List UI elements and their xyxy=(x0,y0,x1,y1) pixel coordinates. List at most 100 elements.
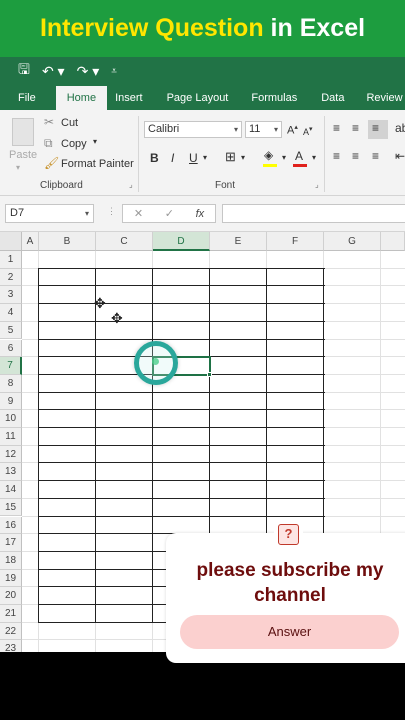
name-box-value: D7 xyxy=(10,207,25,219)
scissors-icon: ✂ xyxy=(44,115,55,129)
name-box[interactable]: D7 ▾ xyxy=(5,204,94,223)
underline-button[interactable]: U xyxy=(189,151,198,165)
enter-icon[interactable]: ✓ xyxy=(165,207,174,220)
table-border xyxy=(39,320,325,322)
font-name-select[interactable]: Calibri ▾ xyxy=(144,121,242,138)
insert-function-icon[interactable]: fx xyxy=(196,208,205,220)
copy-dropdown-icon[interactable]: ▾ xyxy=(93,137,97,146)
column-header[interactable]: D xyxy=(153,232,210,251)
tab-formulas[interactable]: Formulas xyxy=(251,92,297,110)
column-header[interactable]: G xyxy=(324,232,381,251)
borders-dropdown-icon[interactable]: ▾ xyxy=(241,153,245,162)
column-header[interactable]: C xyxy=(96,232,153,251)
increase-font-icon[interactable]: A▴ xyxy=(287,123,298,137)
font-group-label: Font xyxy=(215,180,236,191)
row-header[interactable]: 6 xyxy=(0,339,22,358)
align-middle-icon[interactable]: ≡ xyxy=(352,121,359,135)
align-top-icon[interactable]: ≡ xyxy=(333,121,340,135)
cell-cursor-icon: ✥ xyxy=(94,295,106,311)
row-header[interactable]: 2 xyxy=(0,268,22,287)
font-size-value: 11 xyxy=(249,123,261,135)
row-header[interactable]: 4 xyxy=(0,304,22,322)
row-header[interactable]: 5 xyxy=(0,321,22,340)
tab-data[interactable]: Data xyxy=(321,92,344,110)
align-left-icon[interactable]: ≡ xyxy=(333,149,340,163)
cancel-icon[interactable]: ✕ xyxy=(134,207,143,220)
row-header[interactable]: 17 xyxy=(0,534,22,552)
tab-page-layout[interactable]: Page Layout xyxy=(167,92,229,110)
row-header[interactable]: 13 xyxy=(0,463,22,482)
row-header[interactable]: 20 xyxy=(0,587,22,605)
row-header[interactable]: 22 xyxy=(0,622,22,641)
clipboard-launcher-icon[interactable]: ⌟ xyxy=(129,180,133,189)
decrease-indent-icon[interactable]: ⇤ xyxy=(395,149,405,163)
question-icon: ? xyxy=(278,524,299,545)
ribbon-tabs: File Home Insert Page Layout Formulas Da… xyxy=(0,85,405,110)
paste-icon[interactable] xyxy=(12,118,34,146)
row-header[interactable]: 10 xyxy=(0,410,22,428)
row-header[interactable]: 9 xyxy=(0,392,22,411)
table-border xyxy=(39,391,325,393)
row-header[interactable]: 7 xyxy=(0,357,22,375)
row-header[interactable]: 8 xyxy=(0,374,22,393)
table-border xyxy=(39,462,325,464)
row-header[interactable]: 15 xyxy=(0,498,22,517)
column-header[interactable]: E xyxy=(210,232,267,251)
row-header[interactable]: 21 xyxy=(0,605,22,623)
row-header[interactable]: 3 xyxy=(0,286,22,305)
font-color-swatch xyxy=(293,164,307,167)
row-header[interactable]: 11 xyxy=(0,428,22,446)
font-name-value: Calibri xyxy=(148,123,180,135)
table-border xyxy=(39,409,325,411)
tab-insert[interactable]: Insert xyxy=(115,92,143,110)
formula-bar-dots-icon: ⋮ xyxy=(107,206,116,216)
row-header[interactable]: 23 xyxy=(0,640,22,652)
column-header[interactable]: A xyxy=(22,232,39,251)
underline-dropdown-icon[interactable]: ▾ xyxy=(203,153,207,162)
copy-button[interactable]: Copy xyxy=(61,138,87,150)
table-border xyxy=(39,515,325,517)
row-header[interactable]: 14 xyxy=(0,481,22,499)
italic-button[interactable]: I xyxy=(171,151,174,165)
font-launcher-icon[interactable]: ⌟ xyxy=(315,180,319,189)
popup-title: please subscribe my channel xyxy=(196,560,384,606)
align-right-icon[interactable]: ≡ xyxy=(372,149,379,163)
fill-color-icon[interactable]: ◈ xyxy=(264,148,273,162)
fill-color-dropdown-icon[interactable]: ▾ xyxy=(282,153,286,162)
paste-dropdown-icon[interactable]: ▾ xyxy=(16,163,20,172)
select-all-corner[interactable] xyxy=(0,232,22,251)
paste-button[interactable]: Paste xyxy=(9,149,37,161)
tab-home[interactable]: Home xyxy=(55,86,108,110)
row-header[interactable]: 18 xyxy=(0,551,22,570)
undo-icon[interactable]: ↶ ▾ xyxy=(42,63,65,80)
font-color-dropdown-icon[interactable]: ▾ xyxy=(312,153,316,162)
orientation-icon[interactable]: ab xyxy=(395,121,405,135)
column-header[interactable]: F xyxy=(267,232,324,251)
table-border xyxy=(152,267,153,623)
table-border xyxy=(39,427,325,428)
font-size-select[interactable]: 11 ▾ xyxy=(245,121,282,138)
fill-handle[interactable] xyxy=(207,371,212,377)
format-painter-button[interactable]: Format Painter xyxy=(61,158,134,170)
row-header[interactable]: 16 xyxy=(0,516,22,535)
decrease-font-icon[interactable]: A▾ xyxy=(303,125,313,137)
formula-input[interactable] xyxy=(222,204,405,223)
banner-title-highlight: Interview Question xyxy=(39,14,264,42)
borders-icon[interactable]: ⊞ xyxy=(225,149,236,165)
cut-button[interactable]: Cut xyxy=(61,117,78,129)
answer-button[interactable]: Answer xyxy=(180,615,399,649)
tab-file[interactable]: File xyxy=(18,92,36,110)
column-header[interactable] xyxy=(381,232,405,251)
tab-review[interactable]: Review xyxy=(366,92,402,110)
formula-bar: D7 ▾ ⋮ ✕ ✓ fx xyxy=(0,196,405,232)
column-header[interactable]: B xyxy=(39,232,96,251)
bold-button[interactable]: B xyxy=(150,151,159,165)
align-center-icon[interactable]: ≡ xyxy=(352,149,359,163)
row-header[interactable]: 1 xyxy=(0,251,22,269)
customize-icon[interactable]: ⩡ xyxy=(111,66,117,77)
save-icon[interactable]: 🖫 xyxy=(18,59,30,83)
row-header[interactable]: 12 xyxy=(0,445,22,464)
row-header[interactable]: 19 xyxy=(0,569,22,588)
redo-icon[interactable]: ↷ ▾ xyxy=(77,63,100,80)
font-color-icon[interactable]: A xyxy=(295,149,303,163)
